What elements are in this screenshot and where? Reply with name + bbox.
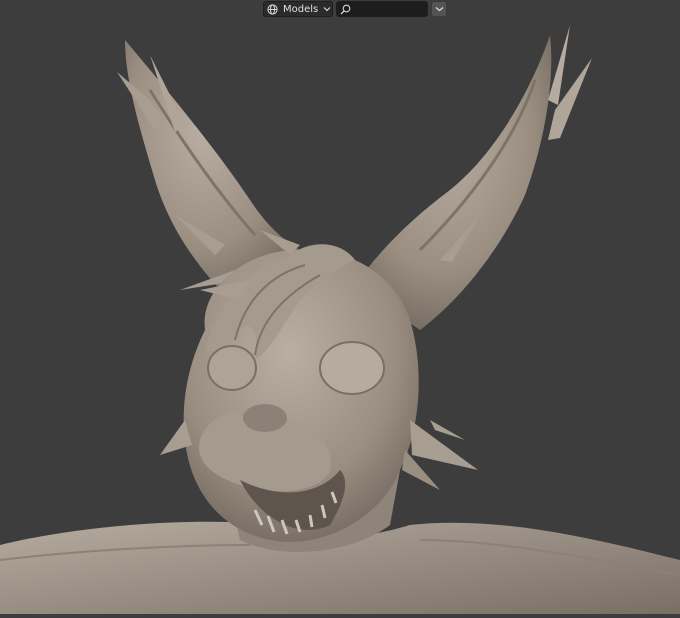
model-left-eye [207,345,257,391]
chevron-down-icon [323,5,331,13]
model-right-eye [319,341,385,395]
asset-browser-header: Models [263,1,447,17]
sculpt-model [0,25,680,614]
globe-icon [267,3,278,15]
asset-library-label: Models [283,3,319,15]
filter-dropdown-button[interactable] [431,1,447,17]
search-icon [340,4,351,15]
chevron-down-icon [435,5,444,13]
3d-viewport[interactable] [0,0,680,614]
asset-library-select[interactable]: Models [263,1,333,17]
search-field[interactable] [336,1,428,17]
